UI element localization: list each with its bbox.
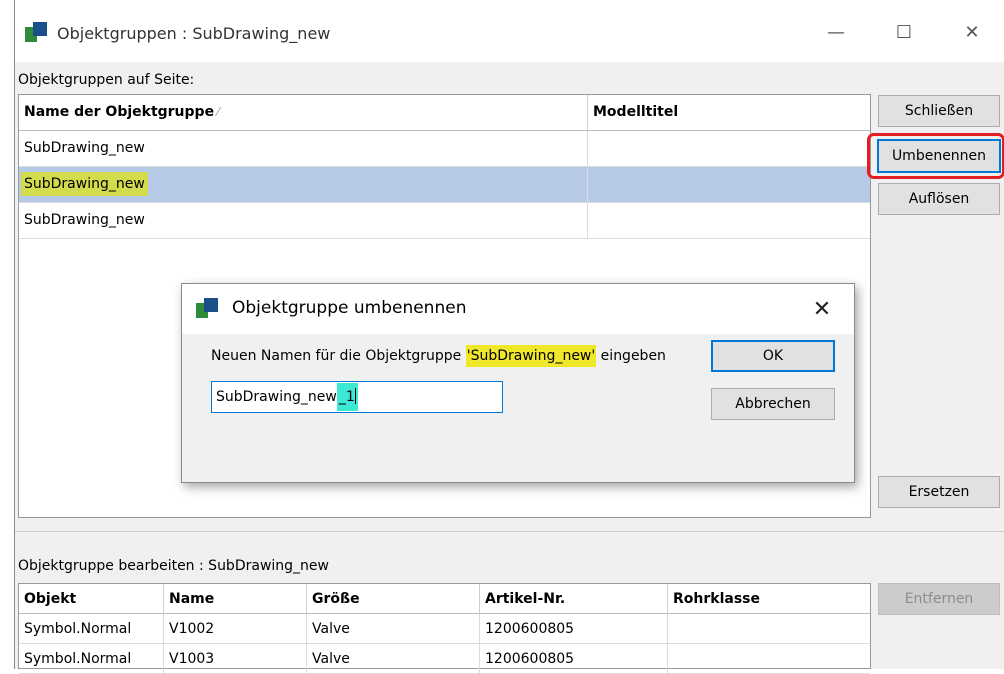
section-divider bbox=[15, 531, 1004, 532]
size-cell[interactable]: Valve bbox=[307, 644, 480, 674]
table-row-selected[interactable]: SubDrawing_new bbox=[19, 167, 870, 203]
column-header-object[interactable]: Objekt bbox=[19, 584, 164, 614]
close-icon[interactable]: ✕ bbox=[949, 12, 995, 52]
article-cell[interactable]: 1200600805 bbox=[480, 644, 668, 674]
column-header-name-label: Name der Objektgruppe bbox=[24, 104, 215, 120]
column-header-article[interactable]: Artikel-Nr. bbox=[480, 584, 668, 614]
edit-group-label: Objektgruppe bearbeiten : SubDrawing_new bbox=[18, 558, 329, 574]
sort-indicator-icon: ⁄ bbox=[217, 105, 220, 119]
app-icon bbox=[25, 22, 47, 42]
rename-annotation-frame bbox=[867, 133, 1004, 179]
prompt-suffix: eingeben bbox=[596, 348, 666, 364]
replace-button[interactable]: Ersetzen bbox=[878, 476, 1000, 508]
name-cell[interactable]: V1002 bbox=[164, 614, 307, 644]
ok-button[interactable]: OK bbox=[711, 340, 835, 372]
window-titlebar: Objektgruppen : SubDrawing_new — ☐ ✕ bbox=[15, 0, 1004, 62]
prompt-prefix: Neuen Namen für die Objektgruppe bbox=[211, 348, 466, 364]
rename-dialog: Objektgruppe umbenennen ✕ Neuen Namen fü… bbox=[181, 283, 855, 483]
name-cell[interactable]: V1003 bbox=[164, 644, 307, 674]
table-row[interactable]: SubDrawing_new bbox=[19, 131, 870, 167]
dialog-title: Objektgruppe umbenennen bbox=[232, 298, 467, 318]
column-header-name[interactable]: Name bbox=[164, 584, 307, 614]
pipe-class-cell[interactable] bbox=[668, 644, 870, 674]
groups-label: Objektgruppen auf Seite: bbox=[18, 72, 195, 88]
size-cell[interactable]: Valve bbox=[307, 614, 480, 644]
new-name-input[interactable]: SubDrawing_new _1 bbox=[211, 381, 503, 413]
highlighted-group-name: SubDrawing_new bbox=[21, 172, 148, 196]
app-icon bbox=[196, 298, 218, 318]
dialog-titlebar: Objektgruppe umbenennen ✕ bbox=[182, 284, 854, 334]
rename-prompt: Neuen Namen für die Objektgruppe 'SubDra… bbox=[211, 345, 666, 367]
table-row[interactable]: SubDrawing_new bbox=[19, 203, 870, 239]
object-cell[interactable]: Symbol.Normal bbox=[19, 644, 164, 674]
input-added-text: _1 bbox=[338, 389, 355, 405]
maximize-icon[interactable]: ☐ bbox=[881, 12, 927, 52]
column-header-name[interactable]: Name der Objektgruppe ⁄ bbox=[19, 95, 588, 130]
group-title-cell bbox=[588, 131, 870, 166]
object-cell[interactable]: Symbol.Normal bbox=[19, 614, 164, 644]
dissolve-button[interactable]: Auflösen bbox=[878, 183, 1000, 215]
window-title: Objektgruppen : SubDrawing_new bbox=[57, 24, 331, 43]
remove-button[interactable]: Entfernen bbox=[878, 583, 1000, 615]
input-value-base: SubDrawing_new bbox=[216, 389, 337, 405]
column-header-size[interactable]: Größe bbox=[307, 584, 480, 614]
input-value-added: _1 bbox=[336, 383, 358, 411]
column-header-title[interactable]: Modelltitel bbox=[588, 95, 870, 130]
article-cell[interactable]: 1200600805 bbox=[480, 614, 668, 644]
close-icon[interactable]: ✕ bbox=[800, 290, 844, 328]
prompt-group-name: 'SubDrawing_new' bbox=[465, 345, 597, 367]
group-name-cell: SubDrawing_new bbox=[19, 203, 588, 238]
group-name-cell: SubDrawing_new bbox=[19, 167, 588, 202]
cancel-button[interactable]: Abbrechen bbox=[711, 388, 835, 420]
pipe-class-cell[interactable] bbox=[668, 614, 870, 644]
close-button[interactable]: Schließen bbox=[878, 95, 1000, 127]
group-title-cell bbox=[588, 203, 870, 238]
group-name-cell: SubDrawing_new bbox=[19, 131, 588, 166]
objektgruppen-window: Objektgruppen : SubDrawing_new — ☐ ✕ Obj… bbox=[14, 0, 1004, 674]
minimize-icon[interactable]: — bbox=[813, 12, 859, 52]
column-header-pipe-class[interactable]: Rohrklasse bbox=[668, 584, 870, 614]
text-caret bbox=[354, 388, 356, 404]
group-title-cell bbox=[588, 167, 870, 202]
groups-grid-header: Name der Objektgruppe ⁄ Modelltitel bbox=[19, 95, 870, 131]
edit-group-grid: Objekt Name Größe Artikel-Nr. Rohrklasse… bbox=[18, 583, 871, 674]
